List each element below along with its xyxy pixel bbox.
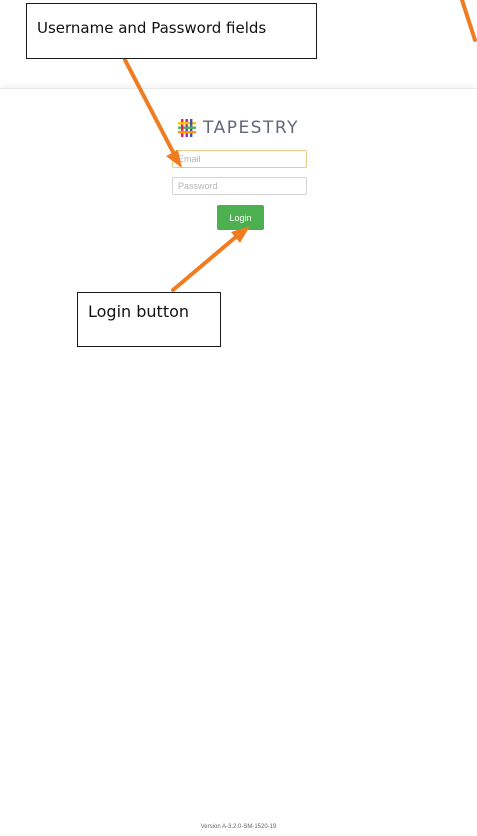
version-label: Version A-3.2.0-SM-1520-19 bbox=[200, 824, 277, 830]
fields-callout: Username and Password fields bbox=[26, 3, 317, 59]
login-callout: Login button bbox=[77, 292, 221, 347]
login-button[interactable]: Login bbox=[217, 205, 264, 230]
tapestry-weave-icon bbox=[178, 119, 196, 137]
brand-name: TAPESTRY bbox=[203, 118, 299, 138]
password-field[interactable] bbox=[172, 177, 307, 195]
tapestry-logo: TAPESTRY bbox=[178, 118, 299, 138]
email-field[interactable] bbox=[172, 150, 307, 168]
login-screen bbox=[0, 88, 477, 836]
